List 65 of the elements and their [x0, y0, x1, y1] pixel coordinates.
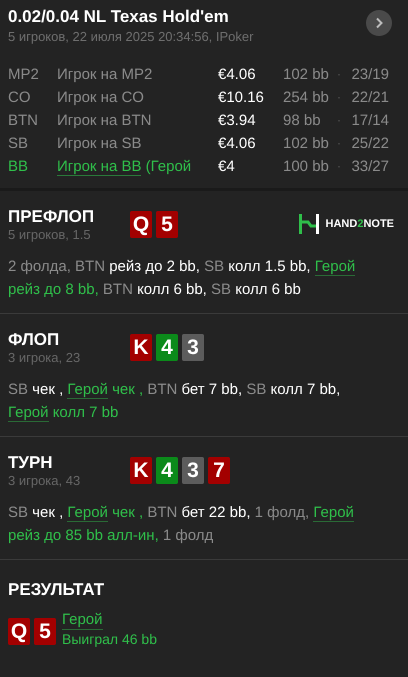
stack-bb: 102 bb: [283, 65, 330, 85]
stack-bb: 254 bb: [283, 88, 330, 108]
position-label: CO: [8, 88, 32, 108]
action-description: SB чек , Герой чек , BTN бет 7 bb, SB колл 7 bb, Герой колл 7 bb: [8, 380, 342, 424]
stack-amount: €4.06: [218, 65, 257, 85]
stack-bb: 100 bb: [283, 157, 330, 177]
player-stats: 23/19: [350, 65, 389, 85]
separator-dot: ·: [337, 66, 342, 83]
street-title: ТУРН: [8, 453, 54, 473]
hero-link[interactable]: Герой: [8, 404, 49, 422]
hero-link[interactable]: Герой: [67, 381, 108, 399]
player-note: (Герой: [146, 158, 192, 175]
player-name-link[interactable]: Игрок на SB: [57, 135, 142, 152]
position-label: SB: [8, 134, 30, 154]
separator-dot: ·: [337, 89, 342, 106]
action-description: 2 фолда, BTN рейз до 2 bb, SB колл 1.5 bb, Герой рейз до 8 bb, BTN колл 6 bb, SB колл 6 bb: [8, 257, 356, 300]
street-title: ПРЕФЛОП: [8, 207, 96, 227]
player-stats: 22/21: [350, 88, 389, 108]
playing-card: 7: [208, 457, 230, 484]
street-title: ФЛОП: [8, 330, 60, 350]
playing-card: 5: [34, 618, 56, 645]
stack-amount: €3.94: [218, 111, 257, 131]
chevron-right-icon: [374, 17, 384, 29]
playing-card: 3: [182, 334, 204, 361]
separator-dot: ·: [337, 135, 342, 152]
position-label: BTN: [8, 111, 39, 131]
street-info: 5 игроков, 1.5: [8, 227, 92, 243]
stack-amount: €4: [218, 157, 236, 177]
result-outcome: Выиграл 46 bb: [62, 630, 157, 649]
stack-amount: €10.16: [218, 88, 265, 108]
playing-card: 4: [156, 457, 178, 484]
hero-link[interactable]: Герой: [314, 258, 356, 276]
player-name-link[interactable]: Игрок на CO: [57, 89, 144, 106]
hero-link[interactable]: Герой: [67, 504, 108, 522]
stack-amount: €4.06: [218, 134, 257, 154]
street-info: 3 игрока, 23: [8, 350, 82, 366]
playing-card: 4: [156, 334, 178, 361]
playing-card: K: [130, 334, 152, 361]
position-label: MP2: [8, 65, 40, 85]
hero-link[interactable]: Герой: [62, 610, 103, 630]
player-name-link[interactable]: Игрок на MP2: [57, 66, 152, 83]
hand-title: 0.02/0.04 NL Texas Hold'em: [8, 6, 230, 28]
hero-link[interactable]: Герой: [313, 504, 354, 522]
separator-dot: ·: [337, 112, 342, 129]
result-title: РЕЗУЛЬТАТ: [8, 580, 106, 600]
player-stats: 33/27: [350, 157, 389, 177]
stack-bb: 98 bb: [283, 111, 322, 131]
position-label: BB: [8, 157, 30, 177]
street-info: 3 игрока, 43: [8, 473, 82, 489]
playing-card: 3: [182, 457, 204, 484]
playing-card: 5: [156, 211, 178, 238]
action-description: SB чек , Герой чек , BTN бет 22 bb, 1 фолд, Герой рейз до 85 bb алл-ин, 1 фолд: [8, 503, 355, 546]
player-name-link[interactable]: Игрок на BTN: [57, 112, 152, 129]
logo-wordmark: HAND2NOTE: [326, 218, 394, 230]
player-stats: 25/22: [350, 134, 389, 154]
separator-dot: ·: [337, 158, 342, 175]
playing-card: Q: [130, 211, 152, 238]
player-name-link[interactable]: Игрок на BB: [57, 158, 142, 176]
playing-card: Q: [8, 618, 30, 645]
player-stats: 17/14: [350, 111, 389, 131]
stack-bb: 102 bb: [283, 134, 330, 154]
playing-card: K: [130, 457, 152, 484]
hand-subtitle: 5 игроков, 22 июля 2025 20:34:56, IPoker: [8, 28, 254, 46]
next-button[interactable]: [366, 10, 392, 36]
logo-icon: [298, 213, 320, 235]
